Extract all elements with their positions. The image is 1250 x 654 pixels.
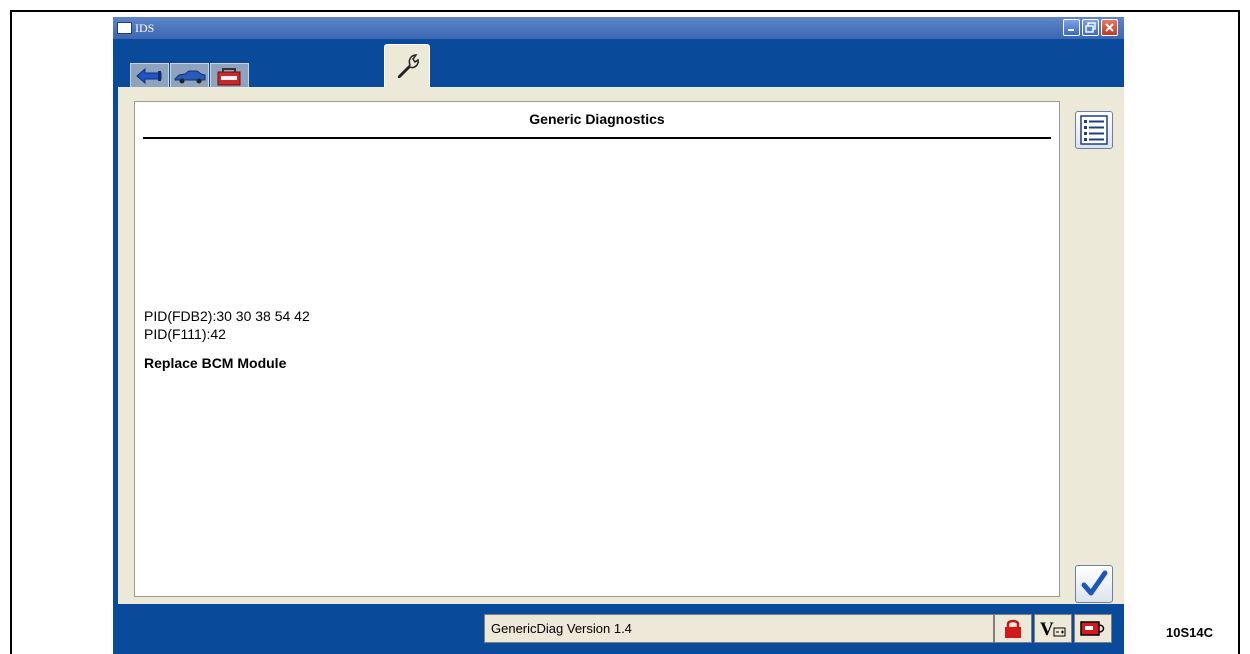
content-area: Generic Diagnostics PID(FDB2):30 30 38 5… bbox=[118, 87, 1124, 604]
voltage-battery-icon: V bbox=[1040, 619, 1066, 640]
figure-caption: 10S14C bbox=[1166, 625, 1213, 640]
window-title: IDS bbox=[135, 21, 155, 35]
tab-vehicle[interactable] bbox=[170, 63, 209, 89]
lock-icon bbox=[1005, 619, 1021, 638]
vcm-connection-icon bbox=[1080, 621, 1105, 636]
tab-connection[interactable] bbox=[130, 63, 169, 89]
toolbox-icon bbox=[217, 68, 241, 86]
lock-status[interactable] bbox=[994, 614, 1032, 643]
confirm-button[interactable] bbox=[1075, 565, 1113, 603]
list-icon bbox=[1080, 115, 1108, 145]
title-divider bbox=[143, 137, 1051, 139]
pid-line-f111: PID(F111):42 bbox=[144, 326, 226, 342]
tab-generic-diagnostics[interactable] bbox=[384, 44, 430, 89]
ids-window: IDS Generic Diagnostics PID(FDB2):30 30 … bbox=[113, 17, 1124, 654]
vcm-status[interactable] bbox=[1074, 614, 1112, 643]
close-button[interactable] bbox=[1101, 19, 1118, 36]
restore-button[interactable] bbox=[1082, 19, 1099, 36]
tab-bar bbox=[113, 39, 1124, 89]
voltage-status[interactable]: V bbox=[1034, 614, 1072, 643]
diagnostics-panel: Generic Diagnostics PID(FDB2):30 30 38 5… bbox=[134, 101, 1060, 597]
page-title: Generic Diagnostics bbox=[529, 111, 665, 127]
checkmark-icon bbox=[1081, 570, 1108, 596]
wrench-icon bbox=[397, 54, 419, 79]
plug-connector-icon bbox=[136, 67, 162, 85]
title-bar: IDS bbox=[113, 17, 1124, 39]
car-icon bbox=[174, 70, 206, 84]
status-bar: GenericDiag Version 1.4 V bbox=[113, 604, 1124, 654]
list-button[interactable] bbox=[1075, 111, 1113, 149]
svg-text:V: V bbox=[1040, 619, 1054, 640]
window-icon bbox=[117, 22, 132, 34]
recommendation-text: Replace BCM Module bbox=[144, 355, 287, 371]
tab-toolbox[interactable] bbox=[210, 63, 249, 89]
version-status: GenericDiag Version 1.4 bbox=[484, 614, 994, 643]
minimize-icon bbox=[1068, 29, 1074, 31]
minimize-button[interactable] bbox=[1063, 19, 1080, 36]
restore-icon bbox=[1085, 22, 1096, 33]
close-icon bbox=[1105, 23, 1114, 32]
pid-line-fdb2: PID(FDB2):30 30 38 54 42 bbox=[144, 308, 310, 324]
